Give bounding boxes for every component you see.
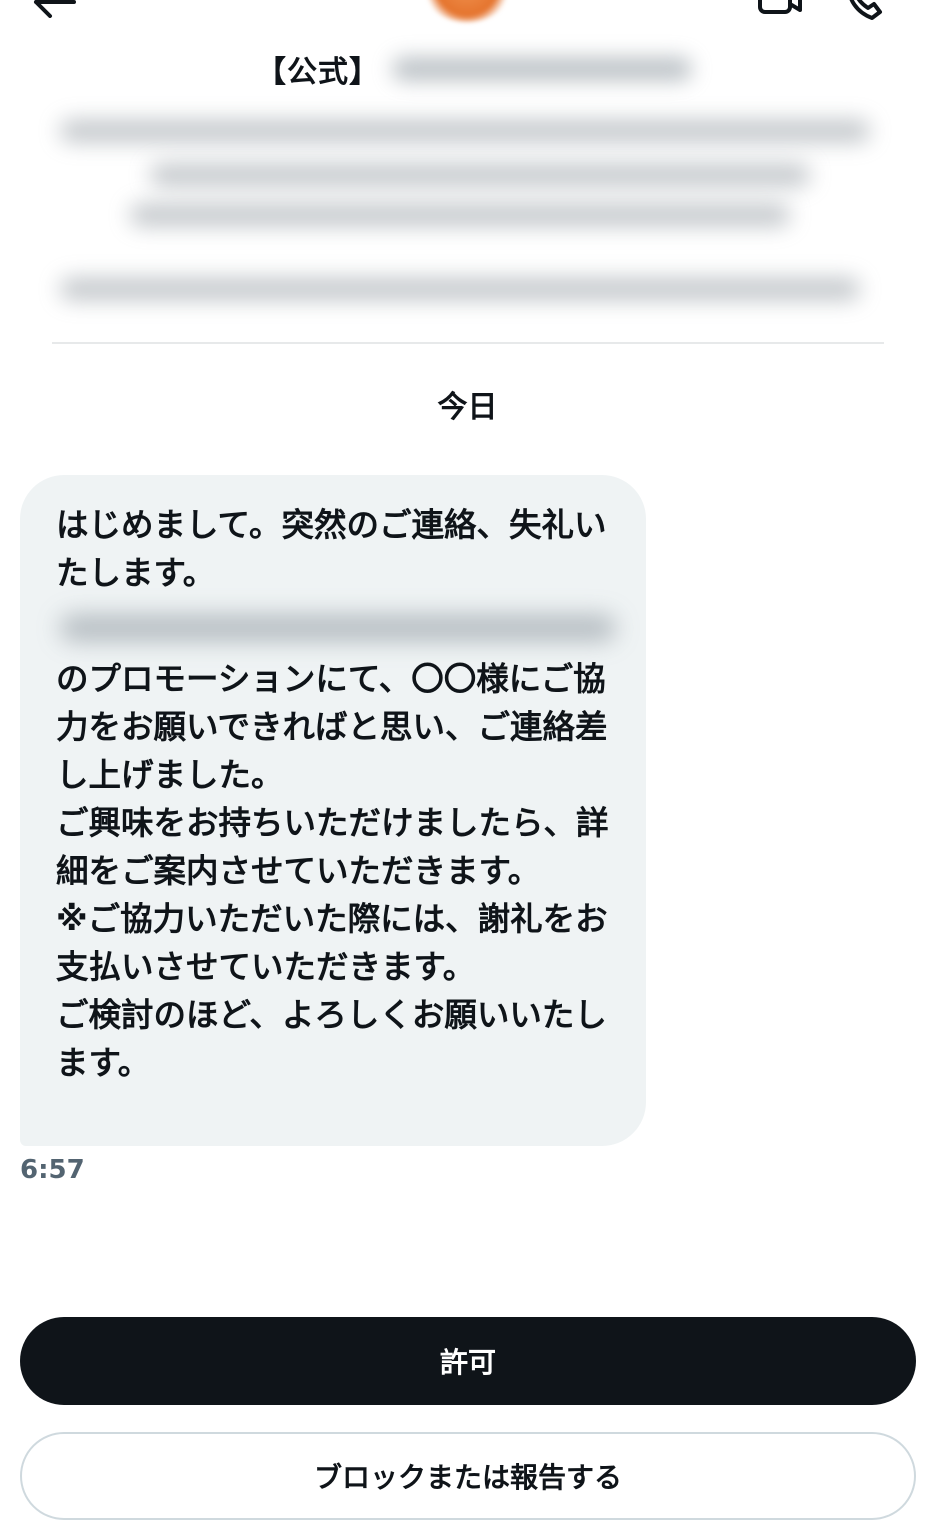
message-timestamp: 6:57	[20, 1155, 85, 1185]
profile-divider	[52, 342, 884, 344]
redacted-profile-summary	[40, 100, 890, 350]
redacted-message-text	[56, 597, 616, 655]
official-tag: 【公式】	[256, 55, 380, 90]
message-text-body: のプロモーションにて、〇〇様にご協力をお願いできればと思い、ご連絡差し上げました…	[56, 660, 609, 1082]
allow-button[interactable]: 許可	[20, 1317, 916, 1405]
back-arrow-icon[interactable]	[30, 0, 78, 18]
chat-header: 【公式】	[0, 0, 935, 110]
date-separator: 今日	[437, 390, 498, 425]
redacted-account-name	[392, 57, 692, 81]
message-bubble[interactable]: はじめまして。突然のご連絡、失礼いたします。 のプロモーションにて、〇〇様にご協…	[20, 475, 646, 1146]
account-name[interactable]: 【公式】	[256, 46, 692, 92]
phone-call-icon[interactable]	[842, 0, 890, 22]
message-text-intro: はじめまして。突然のご連絡、失礼いたします。	[56, 506, 607, 592]
video-icon[interactable]	[756, 0, 804, 20]
block-or-report-button[interactable]: ブロックまたは報告する	[20, 1432, 916, 1520]
